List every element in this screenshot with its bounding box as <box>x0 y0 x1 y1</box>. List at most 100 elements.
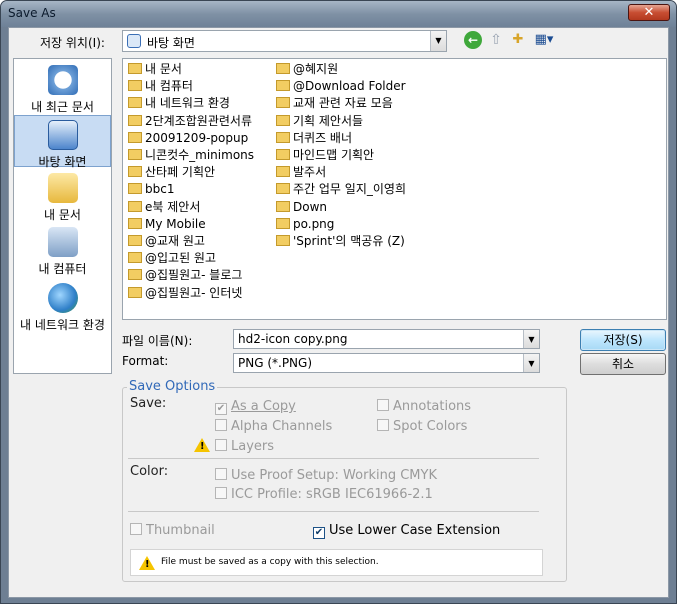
file-list-item[interactable]: 기획 제안서들 <box>276 113 363 130</box>
folder-icon <box>276 80 290 92</box>
file-list-item-label: @Download Folder <box>293 79 406 94</box>
folder-icon <box>128 217 142 229</box>
title-bar[interactable]: Save As ✕ <box>1 1 676 27</box>
chevron-down-icon[interactable]: ▼ <box>523 330 539 348</box>
place-my-computer[interactable]: 내 컴퓨터 <box>14 227 111 277</box>
lower-case-extension-label: Use Lower Case Extension <box>329 523 501 538</box>
file-list-item[interactable]: @혜지원 <box>276 61 338 78</box>
folder-icon <box>276 97 290 109</box>
file-list-item[interactable]: @Download Folder <box>276 78 406 95</box>
folder-icon <box>276 166 290 178</box>
place-network[interactable]: 내 네트워크 환경 <box>14 283 111 333</box>
views-menu-icon[interactable]: ▦▾ <box>533 31 555 49</box>
file-list-item[interactable]: 내 네트워크 환경 <box>128 95 230 112</box>
place-label: 내 최근 문서 <box>31 100 94 114</box>
new-folder-icon[interactable]: ✚ <box>509 31 527 49</box>
chevron-down-icon[interactable]: ▼ <box>523 354 539 372</box>
file-name-value: hd2-icon copy.png <box>238 332 348 346</box>
file-list-item[interactable]: po.png <box>276 216 334 233</box>
folder-icon <box>128 235 142 246</box>
warning-icon: ! <box>194 438 210 455</box>
back-arrow-icon[interactable]: ← <box>464 31 482 49</box>
folder-icon <box>276 217 290 229</box>
folder-icon <box>128 200 142 212</box>
file-list-item[interactable]: 마인드맵 기획안 <box>276 147 374 164</box>
icc-profile-checkbox[interactable]: ICC Profile: sRGB IEC61966-2.1 <box>215 487 433 502</box>
network-icon <box>47 283 78 313</box>
layers-checkbox[interactable]: Layers <box>215 439 274 454</box>
close-button[interactable]: ✕ <box>628 4 670 21</box>
file-list-item[interactable]: 내 컴퓨터 <box>128 78 193 95</box>
format-dropdown[interactable]: PNG (*.PNG) ▼ <box>233 353 540 373</box>
file-list-item[interactable]: e북 제안서 <box>128 199 200 216</box>
file-list-item[interactable]: 2단계조합원관련서류 <box>128 113 252 130</box>
file-list-item[interactable]: 더퀴즈 배너 <box>276 130 352 147</box>
as-a-copy-checkbox[interactable]: ✔ As a Copy <box>215 399 296 415</box>
file-list-item-label: 니콘컷수_minimons <box>145 148 255 162</box>
file-list-item-label: 주간 업무 일지_이영희 <box>293 182 406 197</box>
checkbox-box <box>377 399 389 411</box>
checkbox-box <box>215 487 227 499</box>
place-my-documents[interactable]: 내 문서 <box>14 173 111 223</box>
window-title: Save As <box>8 6 56 20</box>
file-list-item-label: 더퀴즈 배너 <box>293 130 353 145</box>
look-in-dropdown[interactable]: 바탕 화면 ▼ <box>122 30 447 52</box>
place-label: 내 문서 <box>44 208 81 222</box>
place-label: 내 네트워크 환경 <box>20 318 105 332</box>
place-label: 바탕 화면 <box>38 155 87 169</box>
icc-profile-label: ICC Profile: sRGB IEC61966-2.1 <box>231 487 433 502</box>
file-list-item[interactable]: Down <box>276 199 327 216</box>
format-label: Format: <box>122 354 169 368</box>
file-list-item-label: po.png <box>293 216 335 231</box>
folder-icon <box>276 63 290 74</box>
file-list-item-label: 마인드맵 기획안 <box>293 148 375 162</box>
save-as-dialog: Save As ✕ 저장 위치(I): 바탕 화면 ▼ ← ⇧ ✚ ▦▾ 내 최… <box>0 0 677 604</box>
file-list-item[interactable]: 20091209-popup <box>128 130 248 147</box>
folder-icon <box>128 286 142 298</box>
file-name-label: 파일 이름(N): <box>122 334 193 348</box>
file-list-item-label: 발주서 <box>293 165 327 180</box>
file-list-item[interactable]: bbc1 <box>128 181 174 198</box>
file-list-item[interactable]: @입고된 원고 <box>128 250 216 267</box>
file-list-item[interactable]: @집필원고- 블로그 <box>128 267 242 284</box>
file-list-item[interactable]: 발주서 <box>276 164 326 181</box>
file-name-input[interactable]: hd2-icon copy.png ▼ <box>233 329 540 349</box>
folder-icon <box>128 80 142 92</box>
checkbox-box <box>130 523 142 535</box>
file-list-item-label: 기획 제안서들 <box>293 113 364 128</box>
lower-case-extension-checkbox[interactable]: ✔ Use Lower Case Extension <box>313 523 500 539</box>
file-list-item-label: 산타페 기획안 <box>145 165 216 180</box>
warning-icon: ! <box>139 556 155 573</box>
cancel-button[interactable]: 취소 <box>580 353 666 375</box>
file-list-item[interactable]: 산타페 기획안 <box>128 164 215 181</box>
file-list-item[interactable]: 내 문서 <box>128 61 182 78</box>
file-list-item[interactable]: 'Sprint'의 맥공유 (Z) <box>276 233 405 250</box>
thumbnail-checkbox[interactable]: Thumbnail <box>130 523 215 538</box>
dialog-body: 저장 위치(I): 바탕 화면 ▼ ← ⇧ ✚ ▦▾ 내 최근 문서 바탕 화면… <box>8 27 669 598</box>
place-recent-documents[interactable]: 내 최근 문서 <box>14 65 111 115</box>
save-button[interactable]: 저장(S) <box>580 329 666 351</box>
folder-icon <box>128 183 142 195</box>
chevron-down-icon[interactable]: ▼ <box>430 31 446 51</box>
my-documents-icon <box>47 173 78 203</box>
file-list[interactable]: 내 문서 내 컴퓨터 내 네트워크 환경 2단계조합원관련서류 20091209-pop… <box>122 58 667 320</box>
place-desktop[interactable]: 바탕 화면 <box>14 115 111 169</box>
place-label: 내 컴퓨터 <box>38 262 87 276</box>
my-computer-icon <box>47 227 78 257</box>
file-list-item-label: 'Sprint'의 맥공유 (Z) <box>293 234 405 248</box>
use-proof-setup-checkbox[interactable]: Use Proof Setup: Working CMYK <box>215 468 437 483</box>
alpha-channels-checkbox[interactable]: Alpha Channels <box>215 419 332 434</box>
file-list-item[interactable]: My Mobile <box>128 216 206 233</box>
file-list-item-label: e북 제안서 <box>145 199 201 214</box>
file-list-item[interactable]: @교재 원고 <box>128 233 205 250</box>
spot-colors-checkbox[interactable]: Spot Colors <box>377 419 467 434</box>
file-list-item[interactable]: @집필원고- 인터넷 <box>128 285 242 302</box>
file-list-item-label: 교재 관련 자료 모음 <box>293 96 393 111</box>
up-folder-icon[interactable]: ⇧ <box>487 31 505 49</box>
file-list-item[interactable]: 니콘컷수_minimons <box>128 147 254 164</box>
annotations-checkbox[interactable]: Annotations <box>377 399 471 414</box>
file-list-item[interactable]: 교재 관련 자료 모음 <box>276 95 393 112</box>
as-a-copy-label: As a Copy <box>231 399 296 414</box>
folder-icon <box>276 131 290 143</box>
file-list-item[interactable]: 주간 업무 일지_이영희 <box>276 181 406 198</box>
